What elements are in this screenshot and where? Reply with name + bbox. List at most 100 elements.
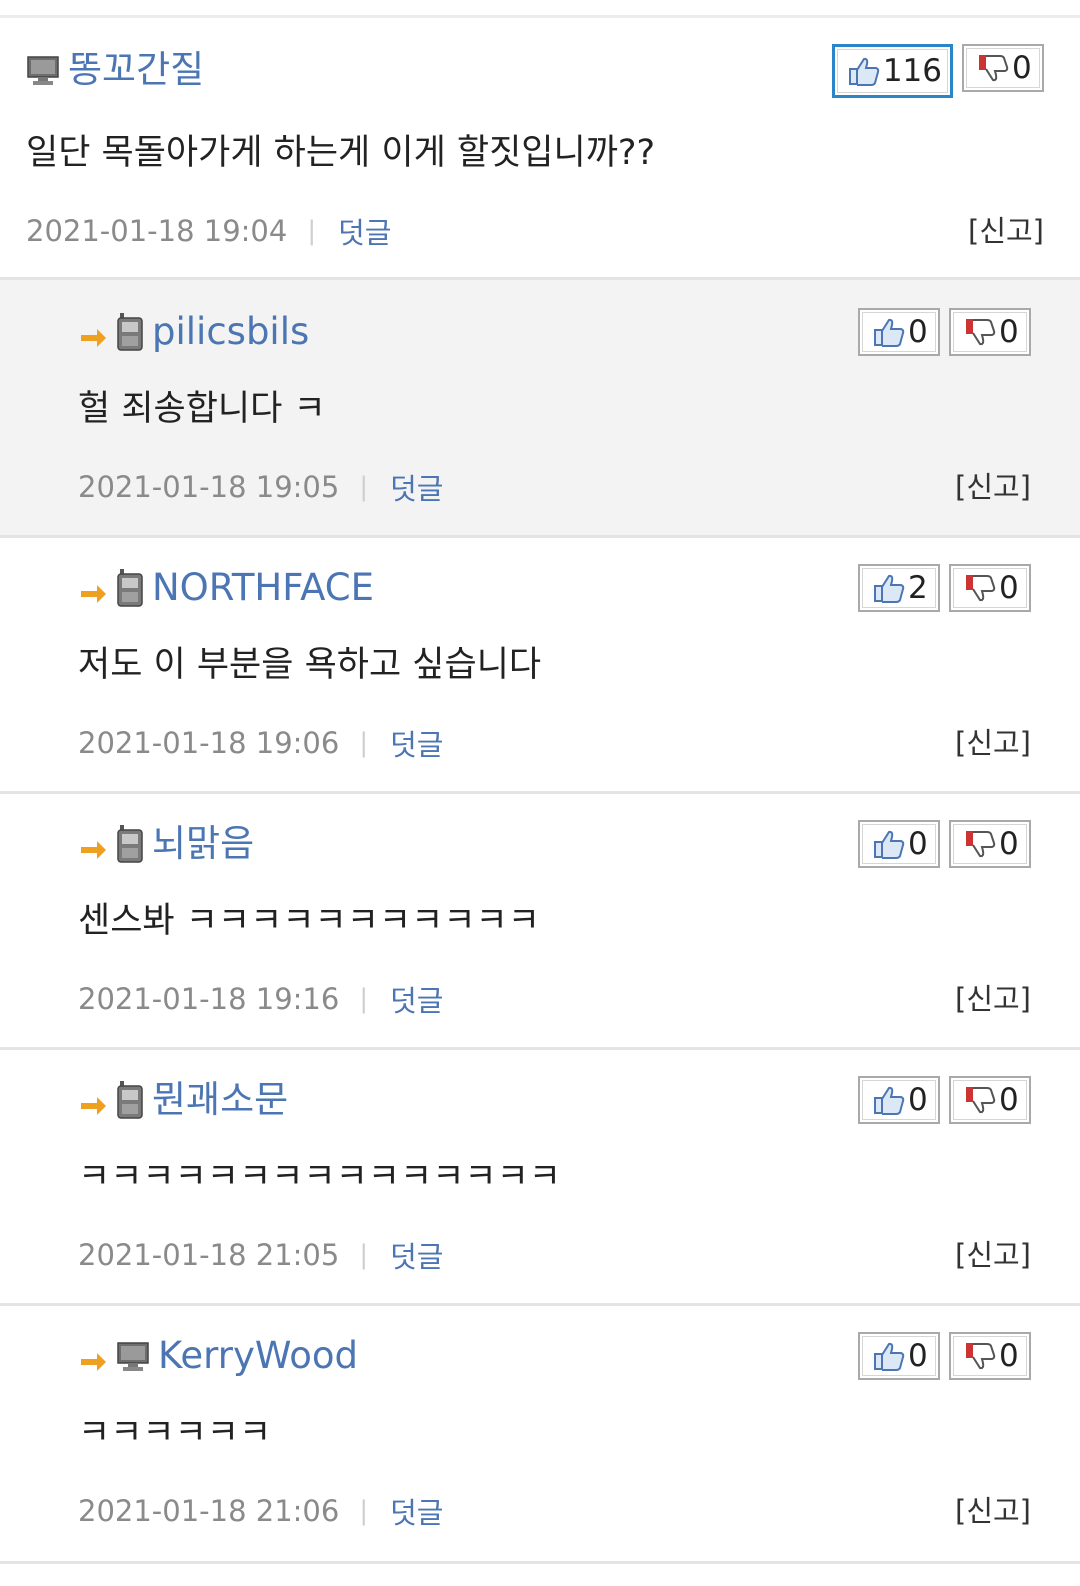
downvote-count: 0 <box>1012 50 1032 86</box>
vote-buttons: 116 0 <box>831 44 1044 98</box>
comment-item: KerryWood 0 0 ㅋㅋㅋㅋㅋㅋ 2021-01-18 21:06 | … <box>0 1306 1080 1564</box>
reply-arrow-icon <box>81 830 106 859</box>
thumbs-up-icon <box>848 57 880 86</box>
comment-meta: 2021-01-18 21:06 | 덧글 <box>78 1490 443 1532</box>
thumbs-down-icon <box>966 575 996 602</box>
vote-buttons: 2 0 <box>858 564 1031 612</box>
mobile-phone-icon <box>117 1081 143 1119</box>
reply-link[interactable]: 덧글 <box>390 1234 443 1276</box>
meta-separator: | <box>359 728 369 758</box>
thumbs-down-icon <box>966 1087 996 1114</box>
downvote-button[interactable]: 0 <box>949 1076 1031 1124</box>
reply-arrow-icon <box>81 574 106 603</box>
vote-buttons: 0 0 <box>858 308 1031 356</box>
upvote-count: 0 <box>908 826 928 862</box>
reply-link[interactable]: 덧글 <box>390 466 443 508</box>
upvote-count: 0 <box>908 1338 928 1374</box>
comment-header: NORTHFACE <box>78 564 374 612</box>
downvote-button[interactable]: 0 <box>949 308 1031 356</box>
author-name[interactable]: KerryWood <box>158 1332 358 1380</box>
vote-buttons: 0 0 <box>858 820 1031 868</box>
report-link[interactable]: [신고] <box>955 976 1031 1018</box>
thumbs-down-icon <box>979 55 1009 82</box>
downvote-button[interactable]: 0 <box>962 44 1044 92</box>
comment-header: 뇌맑음 <box>78 820 254 868</box>
comment-item: 뭔괘소문 0 0 ㅋㅋㅋㅋㅋㅋㅋㅋㅋㅋㅋㅋㅋㅋㅋ 2021-01-18 21:0… <box>0 1050 1080 1306</box>
thumbs-down-icon <box>966 831 996 858</box>
downvote-count: 0 <box>999 1338 1019 1374</box>
comment-item: pilicsbils 0 0 헐 죄송합니다 ㅋ 2021-01-18 19:0… <box>0 280 1080 538</box>
vote-buttons: 0 0 <box>858 1332 1031 1380</box>
reply-arrow-icon <box>81 1086 106 1115</box>
downvote-count: 0 <box>999 826 1019 862</box>
comment-date: 2021-01-18 19:16 <box>78 982 340 1016</box>
thumbs-up-icon <box>874 830 905 859</box>
comment-date: 2021-01-18 19:04 <box>26 214 288 248</box>
comment-date: 2021-01-18 19:06 <box>78 726 340 760</box>
comment-meta: 2021-01-18 19:16 | 덧글 <box>78 978 443 1020</box>
monitor-icon <box>117 1342 149 1371</box>
comment-text: 저도 이 부분을 욕하고 싶습니다 <box>78 645 542 685</box>
meta-separator: | <box>307 216 317 246</box>
reply-link[interactable]: 덧글 <box>390 1490 443 1532</box>
thumbs-up-icon <box>874 1342 905 1371</box>
upvote-count: 0 <box>908 314 928 350</box>
thumbs-up-icon <box>874 318 905 347</box>
downvote-count: 0 <box>999 1082 1019 1118</box>
comment-text: 헐 죄송합니다 ㅋ <box>78 389 326 429</box>
meta-separator: | <box>359 472 369 502</box>
meta-separator: | <box>359 1240 369 1270</box>
reply-link[interactable]: 덧글 <box>338 210 391 252</box>
reply-arrow-icon <box>81 318 106 347</box>
author-name[interactable]: pilicsbils <box>152 308 309 356</box>
author-name[interactable]: 뭔괘소문 <box>152 1076 288 1124</box>
comment-text: ㅋㅋㅋㅋㅋㅋ <box>78 1413 272 1453</box>
author-name[interactable]: 뇌맑음 <box>152 820 254 868</box>
comment-item: NORTHFACE 2 0 저도 이 부분을 욕하고 싶습니다 2021-01-… <box>0 538 1080 794</box>
comment-item: 뇌맑음 0 0 센스봐 ㅋㅋㅋㅋㅋㅋㅋㅋㅋㅋㅋ 2021-01-18 19:16… <box>0 794 1080 1050</box>
downvote-button[interactable]: 0 <box>949 564 1031 612</box>
comment-date: 2021-01-18 21:06 <box>78 1494 340 1528</box>
report-link[interactable]: [신고] <box>955 1488 1031 1530</box>
reply-link[interactable]: 덧글 <box>390 722 443 764</box>
author-name[interactable]: NORTHFACE <box>152 564 374 612</box>
author-name[interactable]: 똥꼬간질 <box>68 46 204 94</box>
upvote-button[interactable]: 0 <box>858 1332 940 1380</box>
upvote-button[interactable]: 116 <box>831 44 953 98</box>
reply-link[interactable]: 덧글 <box>390 978 443 1020</box>
upvote-button[interactable]: 0 <box>858 308 940 356</box>
downvote-button[interactable]: 0 <box>949 820 1031 868</box>
upvote-count: 116 <box>882 53 942 89</box>
comment-date: 2021-01-18 19:05 <box>78 470 340 504</box>
comment-meta: 2021-01-18 19:05 | 덧글 <box>78 466 443 508</box>
mobile-phone-icon <box>117 825 143 863</box>
upvote-count: 2 <box>908 570 928 606</box>
reply-arrow-icon <box>81 1342 106 1371</box>
downvote-count: 0 <box>999 314 1019 350</box>
comment-item: 똥꼬간질 116 0 일단 목돌아가게 하는게 이게 할짓입니까?? 2021-… <box>0 18 1080 280</box>
comment-header: 뭔괘소문 <box>78 1076 288 1124</box>
report-link[interactable]: [신고] <box>968 208 1044 250</box>
comment-text: 일단 목돌아가게 하는게 이게 할짓입니까?? <box>26 133 656 173</box>
report-link[interactable]: [신고] <box>955 1232 1031 1274</box>
downvote-button[interactable]: 0 <box>949 1332 1031 1380</box>
monitor-icon <box>27 56 59 85</box>
comment-header: 똥꼬간질 <box>26 46 204 94</box>
comment-text: 센스봐 ㅋㅋㅋㅋㅋㅋㅋㅋㅋㅋㅋ <box>78 901 540 941</box>
comment-meta: 2021-01-18 19:06 | 덧글 <box>78 722 443 764</box>
comment-meta: 2021-01-18 21:05 | 덧글 <box>78 1234 443 1276</box>
upvote-button[interactable]: 0 <box>858 1076 940 1124</box>
comment-meta: 2021-01-18 19:04 | 덧글 <box>26 210 391 252</box>
downvote-count: 0 <box>999 570 1019 606</box>
upvote-button[interactable]: 0 <box>858 820 940 868</box>
report-link[interactable]: [신고] <box>955 464 1031 506</box>
upvote-count: 0 <box>908 1082 928 1118</box>
mobile-phone-icon <box>117 313 143 351</box>
comment-header: KerryWood <box>78 1332 358 1380</box>
report-link[interactable]: [신고] <box>955 720 1031 762</box>
meta-separator: | <box>359 1496 369 1526</box>
comment-date: 2021-01-18 21:05 <box>78 1238 340 1272</box>
thumbs-down-icon <box>966 319 996 346</box>
mobile-phone-icon <box>117 569 143 607</box>
upvote-button[interactable]: 2 <box>858 564 940 612</box>
